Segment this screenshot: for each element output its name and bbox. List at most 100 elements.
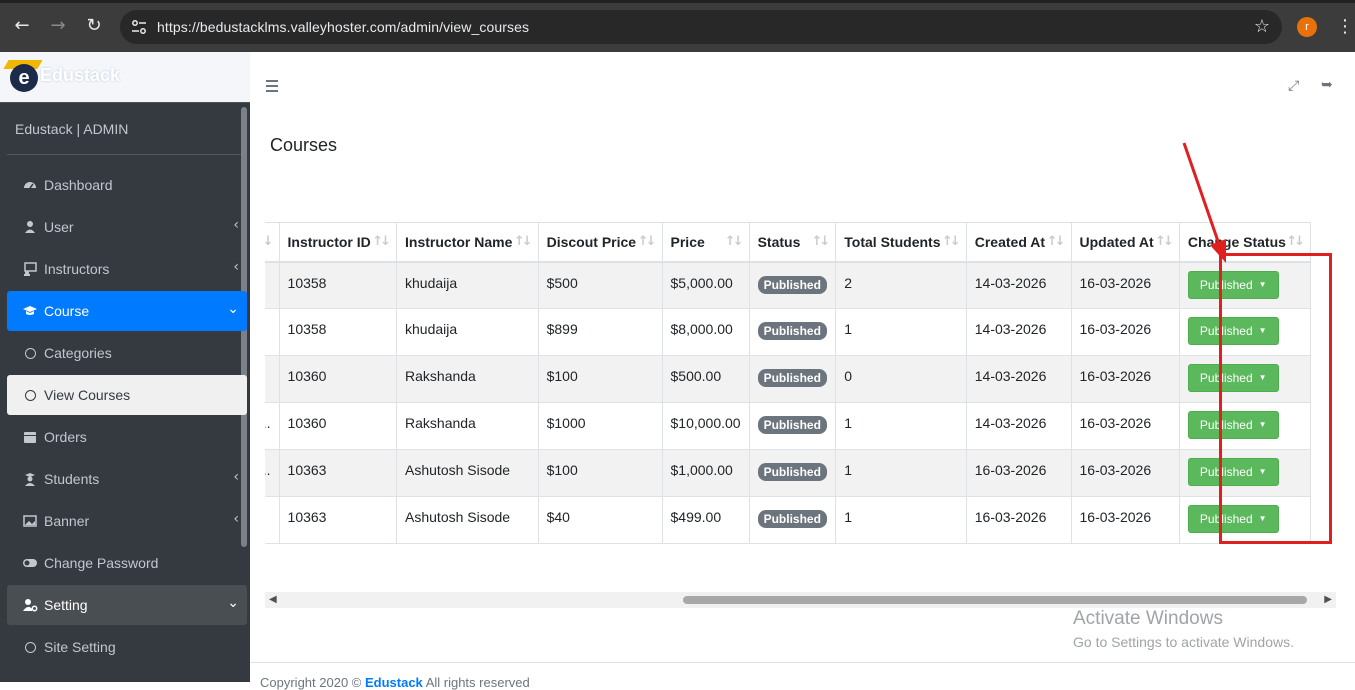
url-text[interactable]: https://bedustacklms.valleyhoster.com/ad… <box>157 19 529 35</box>
cell-truncated: .. <box>265 402 280 450</box>
sidebar-item-students[interactable]: Students ‹ <box>7 459 247 499</box>
sidebar-item-label: User <box>44 219 74 235</box>
cell-created-at: 14-03-2026 <box>966 355 1072 403</box>
address-bar[interactable]: https://bedustacklms.valleyhoster.com/ad… <box>120 10 1282 44</box>
cell-instructor-id: 10358 <box>279 308 398 356</box>
sidebar-item-label: Site Setting <box>44 639 116 655</box>
cell-price: $8,000.00 <box>662 308 750 356</box>
sidebar-item-categories[interactable]: Categories <box>7 333 247 373</box>
user-icon <box>25 221 35 233</box>
status-badge: Published <box>757 322 827 340</box>
sidebar-item-view-courses[interactable]: View Courses <box>7 375 247 415</box>
sidebar-item-banner[interactable]: Banner ‹ <box>7 501 247 541</box>
sort-icon[interactable]: ↑↓ <box>638 234 657 249</box>
scrollbar-thumb[interactable] <box>683 596 1307 604</box>
table-horizontal-scrollbar[interactable]: ◀ ▶ <box>265 592 1336 608</box>
scroll-left-icon[interactable]: ◀ <box>269 594 277 605</box>
user-panel-name[interactable]: Edustack | ADMIN <box>15 121 128 137</box>
chevron-down-icon: ⌄ <box>227 301 239 317</box>
cell-status: Published <box>749 402 837 450</box>
cell-instructor-name: Ashutosh Sisode <box>396 449 539 497</box>
brand-logo[interactable]: e Edustack <box>0 52 250 103</box>
sort-icon[interactable]: ↑↓ <box>1155 234 1174 249</box>
hamburger-menu-icon[interactable] <box>266 80 278 95</box>
cell-truncated <box>265 308 280 356</box>
footer-text: Copyright 2020 © Edustack All rights res… <box>260 675 530 690</box>
site-settings-icon[interactable] <box>130 18 148 36</box>
sort-icon[interactable]: ↑↓ <box>942 234 961 249</box>
sort-icon[interactable]: ↑↓ <box>812 234 831 249</box>
column-header[interactable]: Total Students ↑↓ <box>835 222 967 263</box>
sidebar: e Edustack Edustack | ADMIN Dashboard Us… <box>0 52 250 682</box>
column-header[interactable]: Instructor Name ↑↓ <box>396 222 539 263</box>
page-title: Courses <box>270 135 338 155</box>
cell-total-students: 2 <box>835 261 967 309</box>
sort-icon[interactable]: ↑↓ <box>372 234 391 249</box>
scroll-right-icon[interactable]: ▶ <box>1324 594 1332 605</box>
cell-status: Published <box>749 261 837 309</box>
cell-updated-at: 16-03-2026 <box>1071 402 1180 450</box>
column-header[interactable]: Updated At ↑↓ <box>1071 222 1180 263</box>
footer-link[interactable]: Edustack <box>365 675 423 690</box>
sidebar-item-dashboard[interactable]: Dashboard <box>7 165 247 205</box>
logo-mark: e <box>10 64 38 92</box>
cell-total-students: 1 <box>835 308 967 356</box>
sort-icon[interactable]: ↑↓ <box>265 234 273 249</box>
column-header[interactable]: ↑↓ <box>265 222 280 263</box>
status-badge: Published <box>757 416 827 434</box>
column-header[interactable]: Price ↑↓ <box>662 222 750 263</box>
sidebar-item-label: Students <box>44 471 100 487</box>
sidebar-item-label: Banner <box>44 513 90 529</box>
browser-menu-icon[interactable]: ⋮ <box>1336 16 1354 38</box>
sidebar-item-site-setting[interactable]: Site Setting <box>7 627 247 667</box>
sidebar-item-orders[interactable]: Orders <box>7 417 247 457</box>
students-icon <box>25 473 35 486</box>
sidebar-item-setting[interactable]: Setting ⌄ <box>7 585 247 625</box>
cell-instructor-name: Ashutosh Sisode <box>396 496 539 544</box>
cell-created-at: 16-03-2026 <box>966 449 1072 497</box>
cell-instructor-id: 10360 <box>279 355 398 403</box>
windows-activation-watermark: Activate Windows Go to Settings to activ… <box>1073 608 1294 650</box>
fullscreen-icon[interactable]: ⤢ <box>1288 78 1302 94</box>
chevron-left-icon: ‹ <box>233 511 239 527</box>
circle-icon <box>25 390 36 401</box>
calendar-icon <box>24 432 36 443</box>
reload-icon[interactable]: ↻ <box>82 14 106 38</box>
sort-icon[interactable]: ↑↓ <box>514 234 533 249</box>
bookmark-star-icon[interactable]: ☆ <box>1254 16 1270 37</box>
graduation-cap-icon <box>23 306 37 315</box>
column-header[interactable]: Created At ↑↓ <box>966 222 1072 263</box>
sidebar-item-course[interactable]: Course ⌄ <box>7 291 247 331</box>
cell-total-students: 1 <box>835 449 967 497</box>
back-arrow-icon[interactable]: ← <box>10 14 34 38</box>
status-badge: Published <box>757 369 827 387</box>
sort-icon[interactable]: ↑↓ <box>1286 234 1305 249</box>
divider <box>7 154 243 155</box>
chevron-left-icon: ‹ <box>233 259 239 275</box>
status-badge: Published <box>757 510 827 528</box>
status-badge: Published <box>757 275 827 294</box>
watermark-subtitle: Go to Settings to activate Windows. <box>1073 634 1294 650</box>
cell-instructor-id: 10363 <box>279 496 398 544</box>
sidebar-item-label: Change Password <box>44 555 159 571</box>
sidebar-item-label: Instructors <box>44 261 110 277</box>
chevron-left-icon: ‹ <box>233 217 239 233</box>
courses-table: ↑↓ Instructor ID↑↓ Instructor Name↑↓ Dis… <box>265 222 1312 544</box>
sort-icon[interactable]: ↑↓ <box>1047 234 1066 249</box>
column-header[interactable]: Status ↑↓ <box>749 222 837 263</box>
column-header[interactable]: Discout Price ↑↓ <box>538 222 663 263</box>
cell-discount-price: $40 <box>538 496 663 544</box>
logout-icon[interactable]: ➥ <box>1321 77 1337 93</box>
table-row: 10360 Rakshanda $100 $500.00 Published 0… <box>265 355 1312 403</box>
sidebar-item-user[interactable]: User ‹ <box>7 207 247 247</box>
cell-discount-price: $500 <box>538 261 663 309</box>
cell-instructor-id: 10358 <box>279 261 398 309</box>
sidebar-item-change-password[interactable]: Change Password <box>7 543 247 583</box>
profile-avatar[interactable]: r <box>1297 17 1317 37</box>
column-header[interactable]: Instructor ID ↑↓ <box>279 222 398 263</box>
cell-created-at: 16-03-2026 <box>966 496 1072 544</box>
sort-icon[interactable]: ↑↓ <box>725 234 744 249</box>
table-row: .. 10360 Rakshanda $1000 $10,000.00 Publ… <box>265 402 1312 450</box>
forward-arrow-icon[interactable]: → <box>46 14 70 38</box>
sidebar-item-instructors[interactable]: Instructors ‹ <box>7 249 247 289</box>
